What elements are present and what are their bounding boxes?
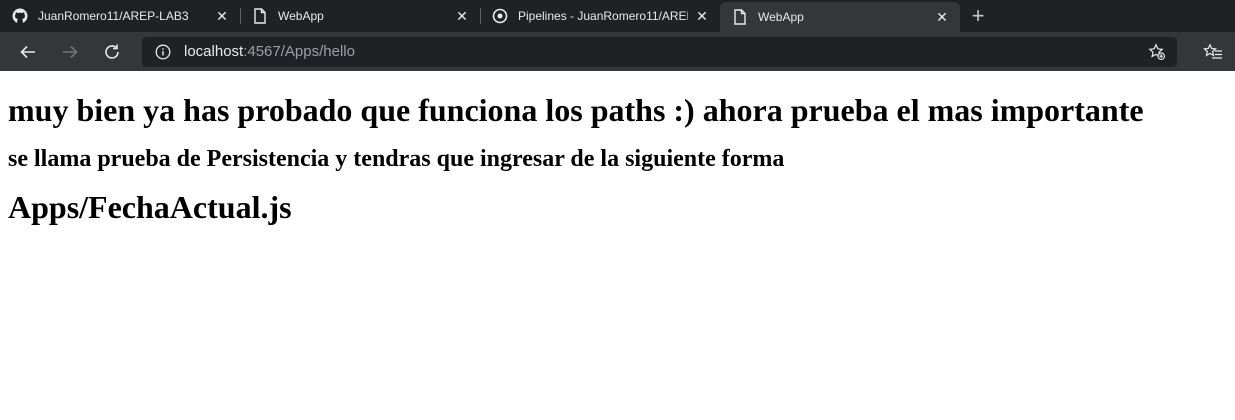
close-icon[interactable]: ✕ bbox=[454, 8, 470, 24]
arrow-right-icon bbox=[63, 45, 78, 58]
forward-button[interactable] bbox=[56, 38, 84, 66]
page-icon bbox=[732, 9, 748, 25]
close-icon[interactable]: ✕ bbox=[934, 9, 950, 25]
arrow-left-icon bbox=[20, 45, 35, 58]
address-bar[interactable]: localhost:4567/Apps/hello bbox=[142, 36, 1177, 67]
page-heading-sub: se llama prueba de Persistencia y tendra… bbox=[8, 146, 785, 172]
url-host: localhost bbox=[184, 43, 244, 60]
tab-webapp-active[interactable]: WebApp ✕ bbox=[720, 2, 960, 32]
close-icon[interactable]: ✕ bbox=[214, 8, 230, 24]
tab-webapp[interactable]: WebApp ✕ bbox=[240, 0, 480, 32]
tab-title: WebApp bbox=[758, 10, 804, 24]
tab-title: Pipelines - JuanRomero11/AREP- bbox=[518, 9, 688, 23]
tab-title: WebApp bbox=[278, 9, 324, 23]
tab-title: JuanRomero11/AREP-LAB3 bbox=[38, 9, 189, 23]
refresh-icon bbox=[105, 44, 119, 59]
github-icon bbox=[12, 8, 28, 24]
tab-github-repo[interactable]: JuanRomero11/AREP-LAB3 ✕ bbox=[0, 0, 240, 32]
close-icon[interactable]: ✕ bbox=[694, 8, 710, 24]
url-text[interactable]: localhost:4567/Apps/hello bbox=[184, 43, 1147, 60]
favorites-button[interactable] bbox=[1199, 38, 1227, 66]
refresh-button[interactable] bbox=[98, 38, 126, 66]
info-icon[interactable] bbox=[154, 43, 172, 61]
page-heading-main: muy bien ya has probado que funciona los… bbox=[8, 92, 1144, 128]
add-favorite-icon[interactable] bbox=[1147, 42, 1167, 62]
back-button[interactable] bbox=[14, 38, 42, 66]
new-tab-button[interactable]: + bbox=[960, 0, 996, 32]
page-icon bbox=[252, 8, 268, 24]
page-heading-path: Apps/FechaActual.js bbox=[8, 189, 292, 225]
tab-strip: JuanRomero11/AREP-LAB3 ✕ WebApp ✕ Pipeli… bbox=[0, 0, 1235, 32]
page-content: muy bien ya has probado que funciona los… bbox=[0, 92, 1235, 225]
pipelines-icon bbox=[492, 8, 508, 24]
browser-toolbar: localhost:4567/Apps/hello bbox=[0, 32, 1235, 71]
tab-pipelines[interactable]: Pipelines - JuanRomero11/AREP- ✕ bbox=[480, 0, 720, 32]
favorites-icon bbox=[1203, 42, 1222, 59]
url-path: :4567/Apps/hello bbox=[243, 43, 355, 60]
